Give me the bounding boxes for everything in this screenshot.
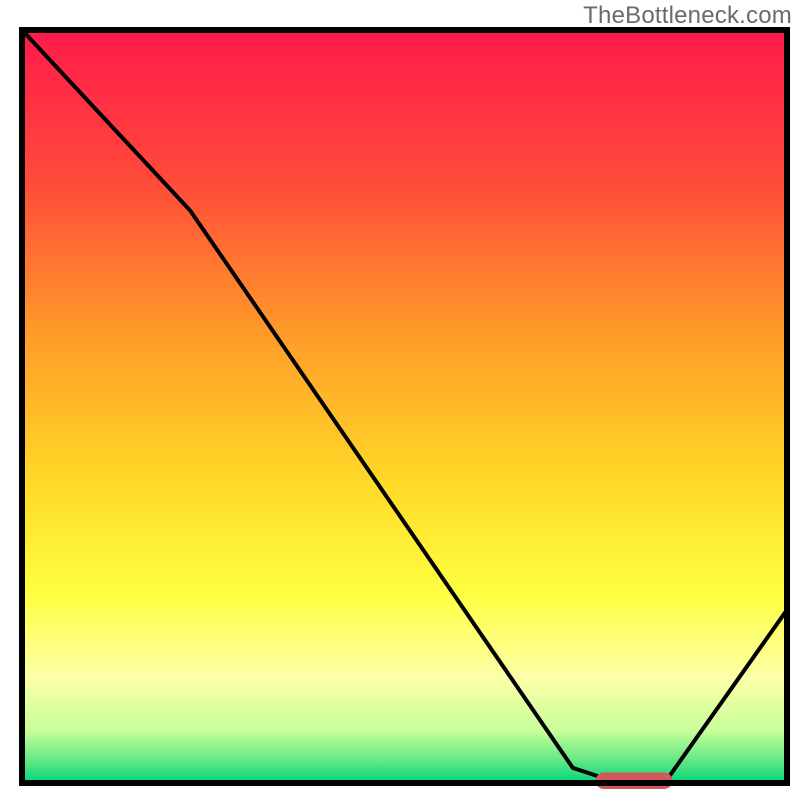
chart-container: TheBottleneck.com	[0, 0, 800, 800]
gradient-background	[22, 30, 787, 783]
plot-area	[22, 30, 787, 789]
watermark-text: TheBottleneck.com	[583, 2, 792, 30]
bottleneck-chart	[0, 0, 800, 800]
